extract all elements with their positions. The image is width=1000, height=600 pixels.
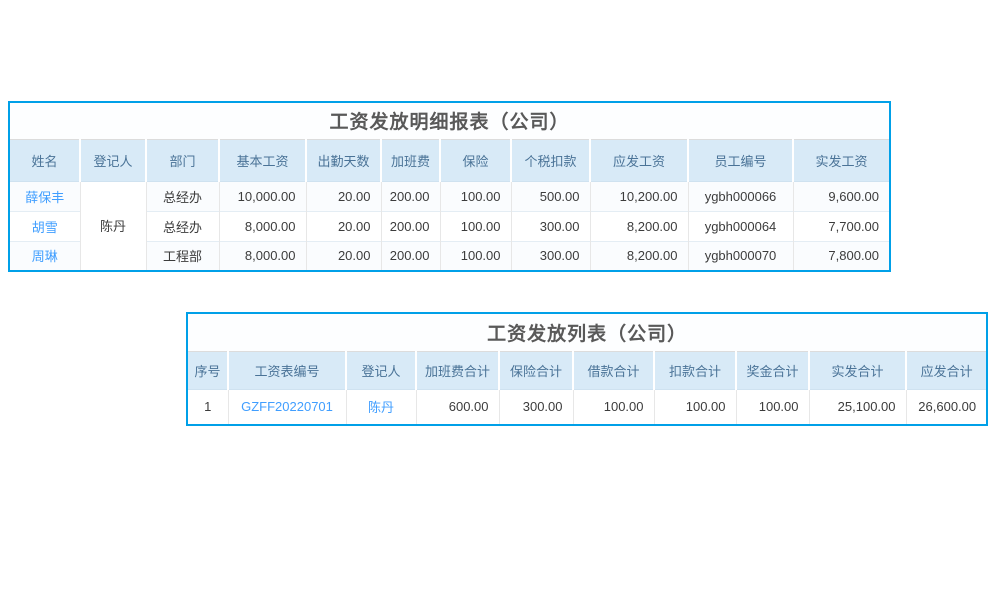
loan-total-cell: 100.00	[573, 389, 654, 425]
employee-name-cell: 薛保丰	[9, 181, 80, 211]
employee-name-link[interactable]: 薛保丰	[25, 190, 64, 205]
deduction-total-cell: 100.00	[654, 389, 736, 425]
registrar-cell: 陈丹	[80, 181, 146, 271]
table-row: 1 GZFF20220701 陈丹 600.00 300.00 100.00 1…	[187, 389, 987, 425]
list-header-row: 序号 工资表编号 登记人 加班费合计 保险合计 借款合计 扣款合计 奖金合计 实…	[187, 351, 987, 389]
list-table-title: 工资发放列表（公司）	[187, 313, 987, 351]
department-cell: 工程部	[146, 241, 219, 271]
attendance-days-cell: 20.00	[306, 211, 381, 241]
actual-salary-cell: 7,700.00	[793, 211, 890, 241]
payable-salary-cell: 8,200.00	[590, 241, 688, 271]
column-header-base-salary: 基本工资	[219, 139, 306, 181]
detail-header-row: 姓名 登记人 部门 基本工资 出勤天数 加班费 保险 个税扣款 应发工资 员工编…	[9, 139, 890, 181]
sheet-no-cell: GZFF20220701	[228, 389, 346, 425]
column-header-payable-total: 应发合计	[906, 351, 987, 389]
column-header-registrar: 登记人	[80, 139, 146, 181]
attendance-days-cell: 20.00	[306, 241, 381, 271]
column-header-name: 姓名	[9, 139, 80, 181]
salary-detail-table: 工资发放明细报表（公司） 姓名 登记人 部门 基本工资 出勤天数 加班费 保险 …	[8, 101, 891, 272]
column-header-tax-deduction: 个税扣款	[511, 139, 590, 181]
employee-id-cell: ygbh000070	[688, 241, 793, 271]
column-header-bonus-total: 奖金合计	[736, 351, 809, 389]
seq-cell: 1	[187, 389, 228, 425]
employee-name-link[interactable]: 胡雪	[32, 220, 58, 235]
column-header-payable-salary: 应发工资	[590, 139, 688, 181]
column-header-insurance-total: 保险合计	[499, 351, 573, 389]
tax-deduction-cell: 300.00	[511, 241, 590, 271]
tax-deduction-cell: 300.00	[511, 211, 590, 241]
actual-total-cell: 25,100.00	[809, 389, 906, 425]
table-row: 薛保丰 陈丹 总经办 10,000.00 20.00 200.00 100.00…	[9, 181, 890, 211]
detail-table-title: 工资发放明细报表（公司）	[9, 102, 890, 139]
overtime-total-cell: 600.00	[416, 389, 499, 425]
actual-salary-cell: 9,600.00	[793, 181, 890, 211]
column-header-insurance: 保险	[440, 139, 511, 181]
column-header-actual-total: 实发合计	[809, 351, 906, 389]
insurance-cell: 100.00	[440, 181, 511, 211]
employee-name-cell: 胡雪	[9, 211, 80, 241]
payable-salary-cell: 8,200.00	[590, 211, 688, 241]
insurance-cell: 100.00	[440, 211, 511, 241]
column-header-overtime-total: 加班费合计	[416, 351, 499, 389]
employee-id-cell: ygbh000064	[688, 211, 793, 241]
salary-sheet-link[interactable]: GZFF20220701	[241, 399, 333, 414]
employee-id-cell: ygbh000066	[688, 181, 793, 211]
employee-name-cell: 周琳	[9, 241, 80, 271]
column-header-attendance-days: 出勤天数	[306, 139, 381, 181]
attendance-days-cell: 20.00	[306, 181, 381, 211]
base-salary-cell: 8,000.00	[219, 211, 306, 241]
overtime-pay-cell: 200.00	[381, 181, 440, 211]
insurance-total-cell: 300.00	[499, 389, 573, 425]
column-header-deduction-total: 扣款合计	[654, 351, 736, 389]
column-header-department: 部门	[146, 139, 219, 181]
employee-name-link[interactable]: 周琳	[32, 249, 58, 264]
page: 工资发放明细报表（公司） 姓名 登记人 部门 基本工资 出勤天数 加班费 保险 …	[0, 0, 1000, 600]
payable-salary-cell: 10,200.00	[590, 181, 688, 211]
column-header-actual-salary: 实发工资	[793, 139, 890, 181]
insurance-cell: 100.00	[440, 241, 511, 271]
column-header-overtime-pay: 加班费	[381, 139, 440, 181]
column-header-registrar: 登记人	[346, 351, 416, 389]
payable-total-cell: 26,600.00	[906, 389, 987, 425]
registrar-link[interactable]: 陈丹	[368, 400, 394, 415]
base-salary-cell: 10,000.00	[219, 181, 306, 211]
column-header-loan-total: 借款合计	[573, 351, 654, 389]
column-header-sheet-no: 工资表编号	[228, 351, 346, 389]
registrar-cell: 陈丹	[346, 389, 416, 425]
tax-deduction-cell: 500.00	[511, 181, 590, 211]
column-header-employee-id: 员工编号	[688, 139, 793, 181]
salary-list-table: 工资发放列表（公司） 序号 工资表编号 登记人 加班费合计 保险合计 借款合计 …	[186, 312, 988, 426]
department-cell: 总经办	[146, 211, 219, 241]
department-cell: 总经办	[146, 181, 219, 211]
bonus-total-cell: 100.00	[736, 389, 809, 425]
actual-salary-cell: 7,800.00	[793, 241, 890, 271]
overtime-pay-cell: 200.00	[381, 241, 440, 271]
column-header-seq: 序号	[187, 351, 228, 389]
base-salary-cell: 8,000.00	[219, 241, 306, 271]
overtime-pay-cell: 200.00	[381, 211, 440, 241]
